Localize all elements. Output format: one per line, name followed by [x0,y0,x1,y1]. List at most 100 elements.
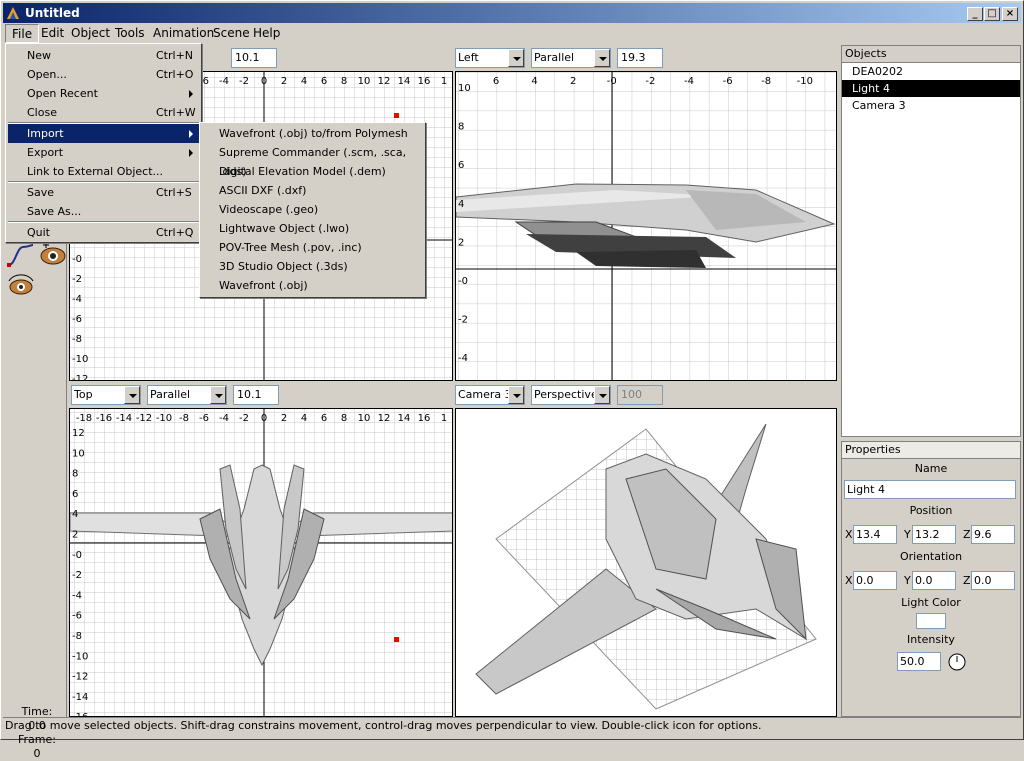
minimize-button[interactable]: _ [967,7,983,21]
viewport-bl-scale-field[interactable]: 10.1 [233,385,279,405]
ruler-label: 4 [301,413,307,424]
menu-item-import[interactable]: Import [8,124,199,143]
ruler-label: -6 [72,314,82,325]
import-submenu: Wavefront (.obj) to/from Polymesh Suprem… [199,122,426,298]
ruler-label: 0 [261,413,267,424]
menu-tools[interactable]: Tools [109,24,151,43]
light-marker[interactable] [394,637,399,642]
import-videoscape[interactable]: Videoscape (.geo) [202,200,423,219]
ruler-label: -4 [219,76,229,87]
import-obj-polymesh[interactable]: Wavefront (.obj) to/from Polymesh [202,124,423,143]
close-button[interactable]: × [1002,7,1018,21]
menu-item-quit[interactable]: Quit Ctrl+Q [8,223,199,242]
objects-panel: Objects DEA0202 Light 4 Camera 3 [841,45,1021,437]
menu-item-new[interactable]: New Ctrl+N [8,46,199,65]
viewport-tl-scale-field[interactable]: 10.1 [231,48,277,68]
ruler-label: -10 [72,651,88,662]
ruler-label: -6 [72,611,82,622]
ruler-label: 12 [72,428,85,439]
ruler-label: -4 [684,76,694,87]
ruler-label: -4 [72,294,82,305]
ruler-label: -0 [607,76,617,87]
import-lightwave[interactable]: Lightwave Object (.lwo) [202,219,423,238]
viewport-bl-canvas[interactable]: -18 -16 -14 -12 -10 -8 -6 -4 -2 0 2 4 6 8 10 12 14 16 1 12… [70,409,453,717]
view-eye-icon[interactable] [37,241,69,269]
submenu-arrow-icon [189,149,193,157]
orientation-x-field[interactable]: 0.0 [853,571,897,590]
pos-z-label: Z [963,528,971,541]
position-x-field[interactable]: 13.4 [853,525,897,544]
name-field[interactable]: Light 4 [844,480,1016,499]
viewport-br-scale-field: 100 [617,385,663,405]
ruler-label: -18 [76,413,92,424]
import-3ds[interactable]: 3D Studio Object (.3ds) [202,257,423,276]
ruler-label: 14 [398,76,411,87]
maximize-button[interactable]: □ [984,7,1000,21]
menu-item-save-as[interactable]: Save As... [8,202,199,221]
ruler-label: 4 [301,76,307,87]
menu-item-close[interactable]: Close Ctrl+W [8,103,199,122]
orientation-z-field[interactable]: 0.0 [971,571,1015,590]
position-y-field[interactable]: 13.2 [912,525,956,544]
ruler-label: -8 [179,413,189,424]
ori-x-label: X [845,574,853,587]
ruler-label: -6 [723,76,733,87]
intensity-field[interactable]: 50.0 [897,652,941,671]
frame-label: Frame: [18,733,56,746]
menu-help[interactable]: Help [247,24,286,43]
viewport-bl-view-select[interactable]: Top [71,385,141,405]
ruler-label: 2 [281,413,287,424]
menu-item-save[interactable]: Save Ctrl+S [8,183,199,202]
orientation-y-field[interactable]: 0.0 [912,571,956,590]
ruler-label: -2 [239,413,249,424]
ruler-label: -2 [239,76,249,87]
viewport-bottom-left[interactable]: -18 -16 -14 -12 -10 -8 -6 -4 -2 0 2 4 6 8 10 12 14 16 1 12… [69,408,453,717]
viewport-bl-projection-select[interactable]: Parallel [147,385,227,405]
ruler-label: -4 [458,353,468,364]
viewport-bottom-right[interactable] [455,408,837,717]
import-dxf[interactable]: ASCII DXF (.dxf) [202,181,423,200]
ruler-label: 2 [281,76,287,87]
import-supreme-commander[interactable]: Supreme Commander (.scm, .sca, .dds) [202,143,423,178]
ruler-label: 1 [441,76,447,87]
menu-item-open-recent[interactable]: Open Recent [8,84,199,103]
ruler-label: -16 [96,413,112,424]
viewport-br-view-select[interactable]: Camera 3 [455,385,525,405]
viewport-tr-projection-select[interactable]: Parallel [531,48,611,68]
import-pov-tree[interactable]: POV-Tree Mesh (.pov, .inc) [202,238,423,257]
viewport-br-projection-select[interactable]: Perspective [531,385,611,405]
ori-y-label: Y [904,574,911,587]
import-dem[interactable]: Digital Elevation Model (.dem) [202,162,423,181]
ruler-label: 8 [341,76,347,87]
ruler-label: 6 [458,160,464,171]
object-item-dea0202[interactable]: DEA0202 [842,63,1020,80]
ruler-label: 4 [458,199,464,210]
ruler-label: 6 [493,76,499,87]
ruler-label: -14 [72,692,88,703]
menu-file[interactable]: File [5,24,40,43]
object-item-camera-3[interactable]: Camera 3 [842,97,1020,114]
pos-y-label: Y [904,528,911,541]
viewport-tr-canvas[interactable]: 6 4 2 -0 -2 -4 -6 -8 -10 10 8 6 4 2 -0 -2 -4 [456,72,837,381]
intensity-dial-icon[interactable] [947,652,967,672]
menu-item-link-external[interactable]: Link to External Object... [8,162,199,181]
light-marker[interactable] [394,113,399,118]
curve-tool-icon[interactable] [5,241,37,269]
rotate-view-icon[interactable] [5,271,37,299]
ruler-label: 10 [72,448,85,459]
viewport-top-right[interactable]: 6 4 2 -0 -2 -4 -6 -8 -10 10 8 6 4 2 -0 -2 -4 [455,71,837,381]
light-color-swatch[interactable] [916,613,946,629]
ruler-label: -2 [72,274,82,285]
ruler-label: 16 [418,76,431,87]
app-window: Untitled _ □ × File Edit Object Tools An… [0,0,1024,760]
menu-item-open[interactable]: Open... Ctrl+O [8,65,199,84]
position-z-field[interactable]: 9.6 [971,525,1015,544]
ruler-label: -2 [645,76,655,87]
viewport-br-canvas[interactable] [456,409,837,717]
viewport-tr-view-select[interactable]: Left [455,48,525,68]
object-item-light-4[interactable]: Light 4 [842,80,1020,97]
viewport-tr-scale-field[interactable]: 19.3 [617,48,663,68]
ruler-label: -10 [797,76,813,87]
import-wavefront[interactable]: Wavefront (.obj) [202,276,423,295]
menu-item-export[interactable]: Export [8,143,199,162]
